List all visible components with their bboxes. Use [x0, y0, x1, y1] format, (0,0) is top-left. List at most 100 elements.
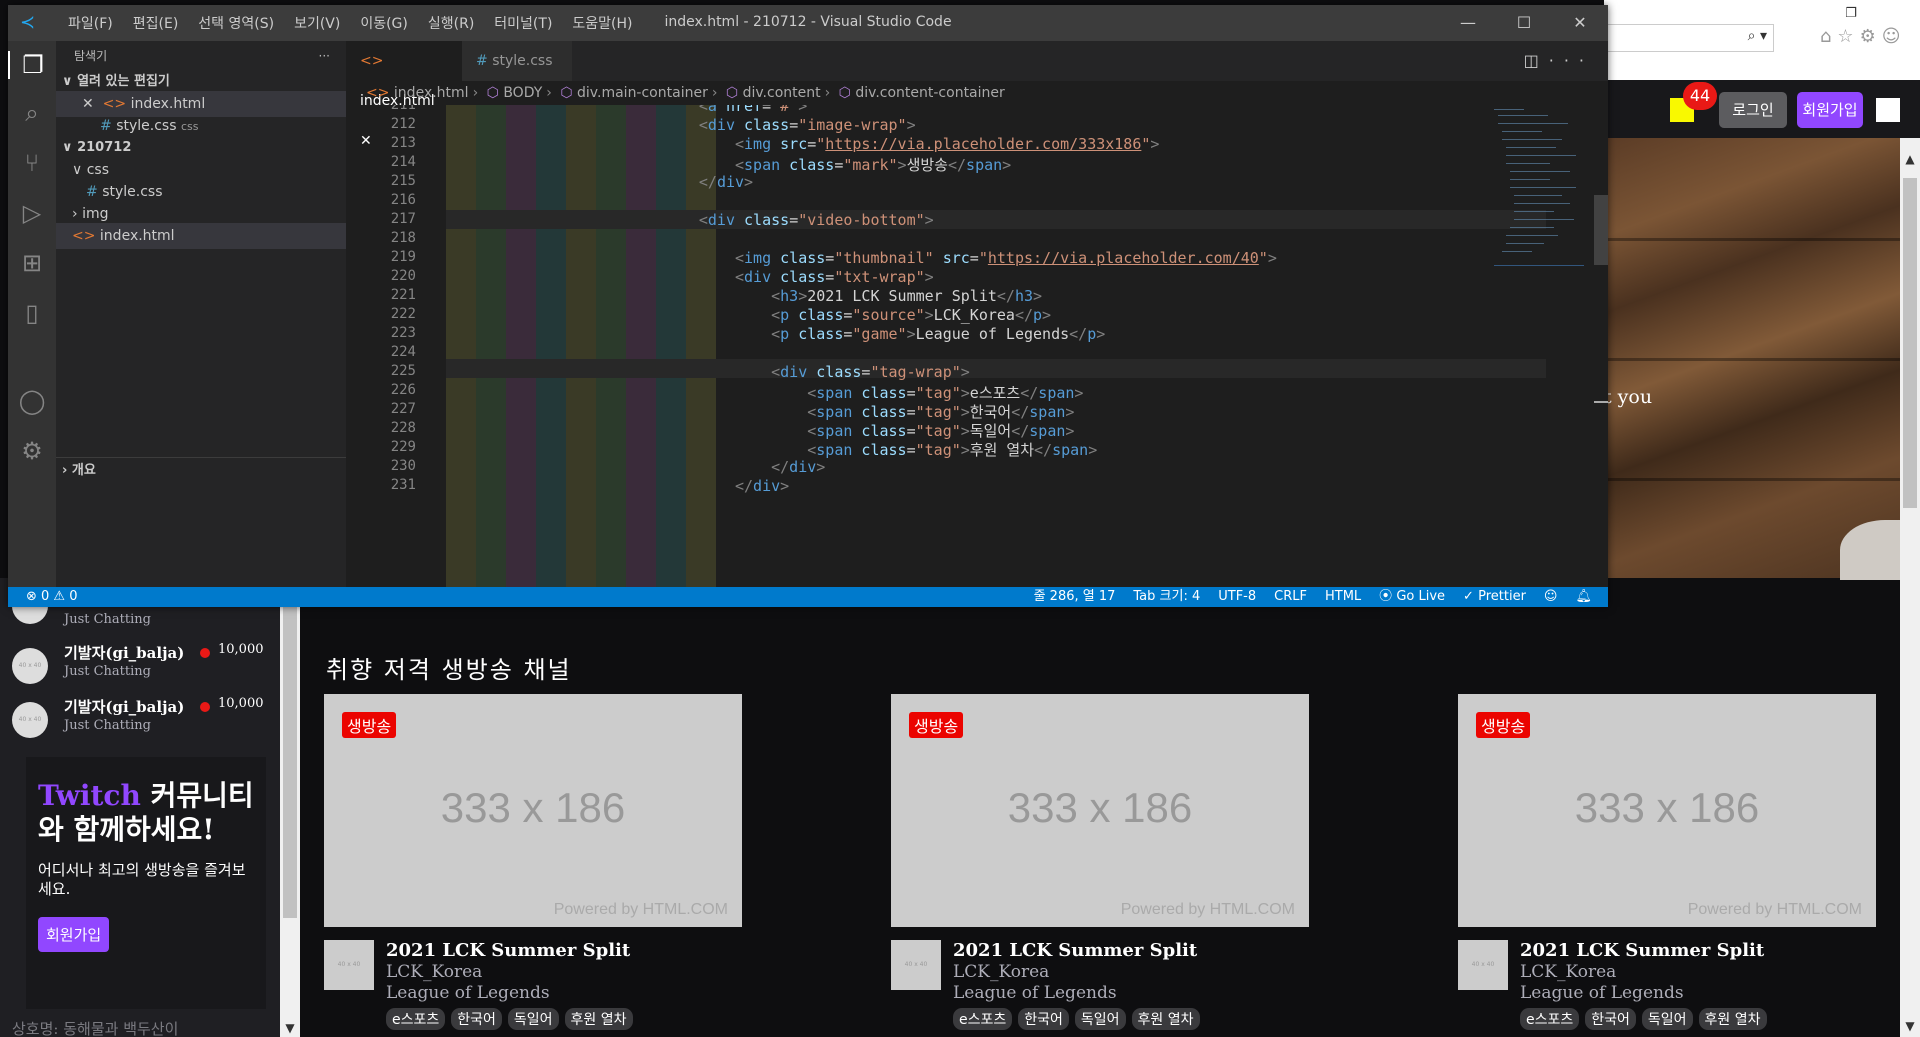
breadcrumb-item[interactable]: BODY — [503, 85, 542, 101]
tag-list: e스포츠 한국어 독일어 후원 열차 — [953, 1008, 1200, 1030]
twitch-brand: Twitch — [38, 779, 141, 812]
tag[interactable]: 후원 열차 — [1131, 1008, 1200, 1030]
channel-thumbnail[interactable]: 40 x 40 — [324, 940, 374, 990]
tag[interactable]: 독일어 — [1074, 1008, 1126, 1030]
split-editor-icon[interactable]: ◫ — [1524, 51, 1549, 70]
tree-file-index-html[interactable]: <> index.html — [56, 223, 346, 249]
viewer-count: 10,000 — [218, 642, 264, 657]
signup-button[interactable]: 회원가입 — [1797, 92, 1863, 128]
notifications-bell-icon[interactable]: 🔔︎ — [1575, 587, 1592, 607]
tag[interactable]: 한국어 — [1585, 1008, 1636, 1030]
problems-indicator[interactable]: ⊗ 0 ⚠ 0 — [26, 587, 78, 607]
sidebar-scrollbar[interactable]: ▼ — [280, 578, 300, 1037]
scroll-up-icon[interactable]: ▲ — [1900, 152, 1920, 166]
maximize-icon[interactable]: ☐ — [1496, 5, 1552, 41]
stream-card[interactable]: 333 x 186 Powered by HTML.COM 생방송 40 x 4… — [891, 694, 1309, 1037]
sidebar-scroll-thumb[interactable] — [283, 578, 297, 918]
prettier-button[interactable]: ✓ Prettier — [1463, 587, 1526, 607]
settings-gear-icon[interactable]: ⚙ — [8, 437, 56, 465]
tab-style-css[interactable]: # style.css — [462, 41, 572, 81]
search-icon[interactable]: ⌕ — [8, 99, 56, 127]
menu-file[interactable]: 파일(F) — [58, 13, 123, 33]
run-debug-icon[interactable]: ▷ — [8, 199, 56, 227]
more-actions-icon[interactable]: ··· — [319, 43, 330, 69]
minimize-icon[interactable]: — — [1440, 5, 1496, 41]
login-button[interactable]: 로그인 — [1719, 92, 1787, 128]
go-live-button[interactable]: ⦿ Go Live — [1379, 587, 1445, 607]
line-ending[interactable]: CRLF — [1274, 587, 1307, 607]
close-icon[interactable]: ✕ — [82, 96, 94, 112]
channel-thumbnail[interactable]: 40 x 40 — [1458, 940, 1508, 990]
menu-go[interactable]: 이동(G) — [350, 13, 418, 33]
cursor-position[interactable]: 줄 286, 열 17 — [1034, 587, 1116, 607]
breadcrumb-item[interactable]: div.content — [743, 85, 821, 101]
menu-edit[interactable]: 편집(E) — [123, 13, 189, 33]
tag[interactable]: 후원 열차 — [564, 1008, 633, 1030]
tag[interactable]: 독일어 — [507, 1008, 559, 1030]
breadcrumb-item[interactable]: index.html — [394, 85, 469, 101]
stream-card[interactable]: 333 x 186 Powered by HTML.COM 생방송 40 x 4… — [1458, 694, 1876, 1037]
menu-terminal[interactable]: 터미널(T) — [484, 13, 562, 33]
code-editor[interactable]: 211 212 213 214 215 216 217 218 219 220 … — [346, 105, 1608, 587]
tag[interactable]: e스포츠 — [1520, 1008, 1580, 1030]
stream-title[interactable]: 2021 LCK Summer Split — [386, 940, 630, 961]
editor-scrollbar[interactable] — [1594, 105, 1608, 587]
source-control-icon[interactable]: ⑂ — [8, 149, 56, 177]
stream-title[interactable]: 2021 LCK Summer Split — [953, 940, 1197, 961]
stream-source[interactable]: LCK_Korea — [1520, 962, 1616, 982]
scroll-down-icon[interactable]: ▼ — [280, 1021, 300, 1035]
status-right-items: 줄 286, 열 17 Tab 크기: 4 UTF-8 CRLF HTML ⦿ … — [1034, 587, 1592, 607]
close-icon[interactable]: ✕ — [1552, 5, 1608, 41]
editor-scroll-thumb[interactable] — [1594, 195, 1608, 265]
breadcrumb-item[interactable]: div.main-container — [577, 85, 708, 101]
stream-title[interactable]: 2021 LCK Summer Split — [1520, 940, 1764, 961]
breadcrumb-item[interactable]: div.content-container — [855, 85, 1004, 101]
user-avatar[interactable] — [1876, 98, 1900, 122]
search-go-icon[interactable]: ⌕ ▾ — [1748, 28, 1767, 44]
menu-selection[interactable]: 선택 영역(S) — [188, 13, 284, 33]
restore-window-button[interactable]: ❐ — [1836, 2, 1866, 26]
menu-run[interactable]: 실행(R) — [418, 13, 484, 33]
line-number: 224 — [390, 344, 416, 360]
tag[interactable]: 한국어 — [1018, 1008, 1069, 1030]
scroll-thumb[interactable] — [1903, 178, 1917, 508]
feedback-icon[interactable]: ☺ — [1544, 587, 1558, 607]
stream-card[interactable]: 333 x 186 Powered by HTML.COM 생방송 40 x 4… — [324, 694, 742, 1037]
channel-thumbnail[interactable]: 40 x 40 — [891, 940, 941, 990]
menu-help[interactable]: 도움말(H) — [562, 13, 642, 33]
encoding[interactable]: UTF-8 — [1218, 587, 1256, 607]
code-line: <span class="tag">후원 열차</span> — [807, 441, 1098, 459]
explorer-icon[interactable]: ❐ — [8, 51, 56, 79]
tag[interactable]: e스포츠 — [386, 1008, 446, 1030]
placeholder-powered-text: Powered by HTML.COM — [1687, 901, 1862, 918]
tab-index-html[interactable]: <> index.html ✕ — [346, 41, 462, 149]
scroll-down-icon[interactable]: ▼ — [1900, 1019, 1920, 1033]
channel-item[interactable]: 40 x 40 기발자(gi_balja) Just Chatting 10,0… — [12, 696, 272, 746]
tag[interactable]: 후원 열차 — [1698, 1008, 1767, 1030]
address-bar[interactable]: ⌕ ▾ — [1604, 24, 1774, 52]
stream-source[interactable]: LCK_Korea — [386, 962, 482, 982]
channel-item[interactable]: 40 x 40 기발자(gi_balja) Just Chatting 10,0… — [12, 642, 272, 692]
extensions-icon[interactable]: ⊞ — [8, 249, 56, 277]
channel-avatar: 40 x 40 — [12, 702, 48, 738]
tag[interactable]: e스포츠 — [953, 1008, 1013, 1030]
stream-game[interactable]: League of Legends — [1520, 983, 1684, 1003]
account-icon[interactable]: ◯ — [8, 387, 56, 415]
more-actions-icon[interactable]: ··· — [1549, 51, 1594, 70]
tag[interactable]: 독일어 — [1641, 1008, 1693, 1030]
page-scrollbar[interactable]: ▲ ▼ — [1900, 138, 1920, 1037]
stream-source[interactable]: LCK_Korea — [953, 962, 1049, 982]
language-mode[interactable]: HTML — [1325, 587, 1361, 607]
stream-game[interactable]: League of Legends — [386, 983, 550, 1003]
tab-size[interactable]: Tab 크기: 4 — [1133, 587, 1200, 607]
outline-header[interactable]: › 개요 — [56, 457, 346, 483]
line-number: 216 — [390, 192, 416, 208]
remote-explorer-icon[interactable]: ▯ — [8, 299, 56, 327]
minimap[interactable] — [1484, 105, 1594, 275]
placeholder-powered-text: Powered by HTML.COM — [553, 901, 728, 918]
tag[interactable]: 한국어 — [451, 1008, 502, 1030]
menu-view[interactable]: 보기(V) — [284, 13, 350, 33]
stream-game[interactable]: League of Legends — [953, 983, 1117, 1003]
explorer-sidebar: 탐색기 ··· ∨ 열려 있는 편집기 ✕ <> index.html # sty… — [56, 41, 346, 587]
community-signup-button[interactable]: 회원가입 — [38, 917, 110, 952]
